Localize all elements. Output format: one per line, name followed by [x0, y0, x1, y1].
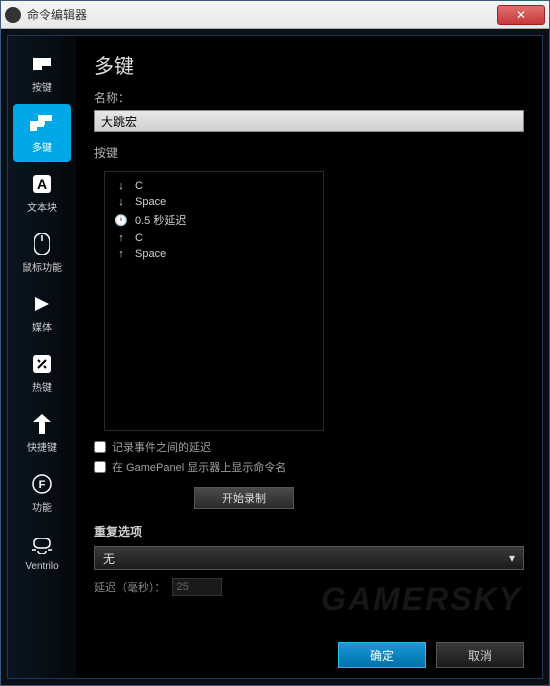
titlebar: 命令编辑器 ✕ [1, 1, 549, 29]
sidebar-item-label: 热键 [32, 379, 52, 394]
delay-label: 延迟（毫秒）： [94, 579, 166, 595]
close-button[interactable]: ✕ [497, 5, 545, 25]
sidebar-item-label: 按键 [32, 79, 52, 94]
multikey-icon [30, 112, 54, 136]
arrow-up-icon: ↑ [115, 232, 127, 244]
ventrilo-icon [30, 534, 54, 558]
main-panel: 多键 名称： 按键 ↓C ↓Space 🕐0.5 秒延迟 ↑C ↑Space 记… [76, 36, 542, 678]
delay-input[interactable] [172, 578, 222, 596]
check-label: 记录事件之间的延迟 [112, 439, 211, 455]
mouse-icon [30, 232, 54, 256]
sidebar-item-media[interactable]: 媒体 [13, 284, 71, 342]
page-title: 多键 [94, 50, 524, 79]
ok-button[interactable]: 确定 [338, 642, 426, 668]
window-title: 命令编辑器 [27, 6, 497, 23]
select-value: 无 [103, 550, 115, 567]
sidebar-item-label: 鼠标功能 [22, 259, 62, 274]
svg-text:F: F [39, 479, 46, 491]
sidebar-item-textblock[interactable]: A 文本块 [13, 164, 71, 222]
repeat-section-title: 重复选项 [94, 523, 524, 540]
delay-row: 延迟（毫秒）： [94, 578, 524, 596]
chevron-down-icon: ▾ [509, 551, 515, 565]
media-icon [30, 292, 54, 316]
sidebar: 按键 多键 A 文本块 鼠标功能 媒体 热键 [8, 36, 76, 678]
name-input[interactable] [94, 110, 524, 132]
name-label: 名称： [94, 89, 524, 106]
record-delay-check[interactable]: 记录事件之间的延迟 [94, 439, 524, 455]
key-text: Space [135, 248, 166, 260]
sidebar-item-label: Ventrilo [25, 561, 58, 572]
keystroke-icon [30, 52, 54, 76]
key-text: 0.5 秒延迟 [135, 212, 186, 228]
checkbox[interactable] [94, 461, 106, 473]
sidebar-item-hotkey[interactable]: 热键 [13, 344, 71, 402]
sidebar-item-shortcut[interactable]: 快捷键 [13, 404, 71, 462]
repeat-select[interactable]: 无 ▾ [94, 546, 524, 570]
sidebar-item-label: 媒体 [32, 319, 52, 334]
sidebar-item-keystroke[interactable]: 按键 [13, 44, 71, 102]
sidebar-item-label: 快捷键 [27, 439, 57, 454]
sidebar-item-function[interactable]: F 功能 [13, 464, 71, 522]
key-row[interactable]: ↓C [115, 180, 313, 192]
keys-label: 按键 [94, 144, 524, 161]
sidebar-item-mouse[interactable]: 鼠标功能 [13, 224, 71, 282]
sidebar-item-label: 多键 [32, 139, 52, 154]
app-logo-icon [5, 7, 21, 23]
sidebar-item-multikey[interactable]: 多键 [13, 104, 71, 162]
key-row[interactable]: 🕐 0.5 秒延迟 [115, 212, 313, 228]
svg-text:A: A [37, 176, 47, 192]
sidebar-item-ventrilo[interactable]: Ventrilo [13, 524, 71, 582]
key-text: C [135, 180, 143, 192]
arrow-up-icon: ↑ [115, 248, 127, 260]
content-area: 按键 多键 A 文本块 鼠标功能 媒体 热键 [7, 35, 543, 679]
arrow-down-icon: ↓ [115, 196, 127, 208]
close-icon: ✕ [516, 8, 526, 22]
hotkey-icon [30, 352, 54, 376]
clock-icon: 🕐 [115, 214, 127, 227]
sidebar-item-label: 文本块 [27, 199, 57, 214]
arrow-down-icon: ↓ [115, 180, 127, 192]
key-row[interactable]: ↓ Space [115, 196, 313, 208]
sidebar-item-label: 功能 [32, 499, 52, 514]
cancel-button[interactable]: 取消 [436, 642, 524, 668]
start-record-button[interactable]: 开始录制 [194, 487, 294, 509]
key-row[interactable]: ↑C [115, 232, 313, 244]
gamepanel-check[interactable]: 在 GamePanel 显示器上显示命令名 [94, 459, 524, 475]
key-row[interactable]: ↑ Space [115, 248, 313, 260]
textblock-icon: A [30, 172, 54, 196]
checkbox[interactable] [94, 441, 106, 453]
key-text: C [135, 232, 143, 244]
function-icon: F [30, 472, 54, 496]
shortcut-icon [30, 412, 54, 436]
keys-list[interactable]: ↓C ↓Space 🕐0.5 秒延迟 ↑C ↑Space [104, 171, 324, 431]
app-window: 命令编辑器 ✕ 按键 多键 A 文本块 鼠标功能 媒体 [0, 0, 550, 686]
key-text: Space [135, 196, 166, 208]
options-group: 记录事件之间的延迟 在 GamePanel 显示器上显示命令名 [94, 439, 524, 479]
check-label: 在 GamePanel 显示器上显示命令名 [112, 459, 286, 475]
footer: 确定 取消 [94, 632, 524, 668]
